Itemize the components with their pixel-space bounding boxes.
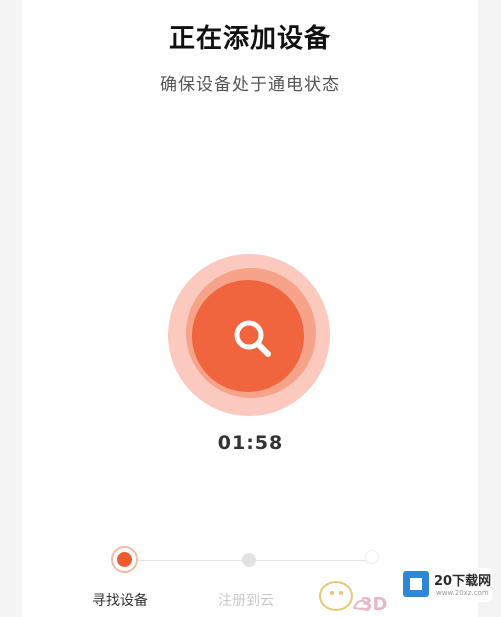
- watermark-brand: 20下载网: [434, 574, 492, 589]
- step-register-cloud-indicator: [242, 553, 256, 567]
- cube-logo-icon: [403, 571, 429, 597]
- step-find-device-label: 寻找设备: [92, 593, 148, 609]
- mascot-watermark: 3D: [319, 581, 387, 614]
- step-complete-indicator: [365, 550, 379, 564]
- site-watermark: 20下载网 www.20xz.com: [400, 568, 492, 602]
- step-find-device-indicator: [111, 546, 138, 573]
- page-subtitle: 确保设备处于通电状态: [160, 75, 340, 95]
- countdown-timer: 01:58: [217, 432, 284, 454]
- watermark-url: www.20xz.com: [436, 589, 489, 597]
- search-icon: [234, 320, 271, 357]
- page-title: 正在添加设备: [168, 24, 331, 54]
- svg-text:3D: 3D: [360, 594, 387, 614]
- step-register-cloud-label: 注册到云: [218, 593, 274, 609]
